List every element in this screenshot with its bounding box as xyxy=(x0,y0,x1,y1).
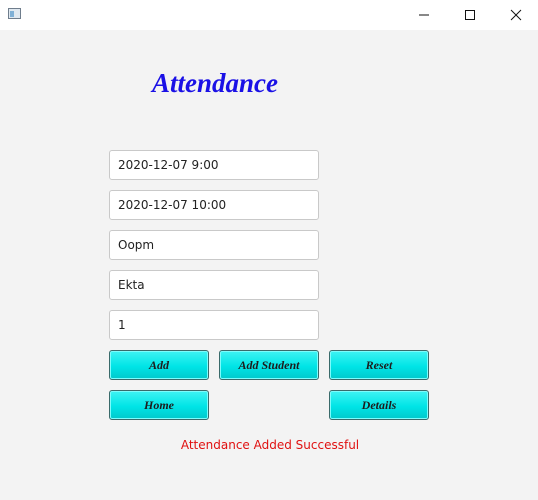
maximize-button[interactable] xyxy=(447,0,493,30)
end-time-field[interactable] xyxy=(109,190,319,220)
title-bar xyxy=(0,0,538,30)
home-button[interactable]: Home xyxy=(109,390,209,420)
reset-button[interactable]: Reset xyxy=(329,350,429,380)
start-time-field[interactable] xyxy=(109,150,319,180)
status-message: Attendance Added Successful xyxy=(180,438,360,452)
minimize-icon xyxy=(419,14,429,16)
app-icon xyxy=(8,8,21,19)
close-icon xyxy=(510,9,522,21)
add-student-button[interactable]: Add Student xyxy=(219,350,319,380)
details-button[interactable]: Details xyxy=(329,390,429,420)
maximize-icon xyxy=(465,10,475,20)
id-field[interactable] xyxy=(109,310,319,340)
close-button[interactable] xyxy=(493,0,538,30)
add-button[interactable]: Add xyxy=(109,350,209,380)
subject-field[interactable] xyxy=(109,230,319,260)
teacher-field[interactable] xyxy=(109,270,319,300)
minimize-button[interactable] xyxy=(401,0,447,30)
page-title: Attendance xyxy=(152,68,278,98)
